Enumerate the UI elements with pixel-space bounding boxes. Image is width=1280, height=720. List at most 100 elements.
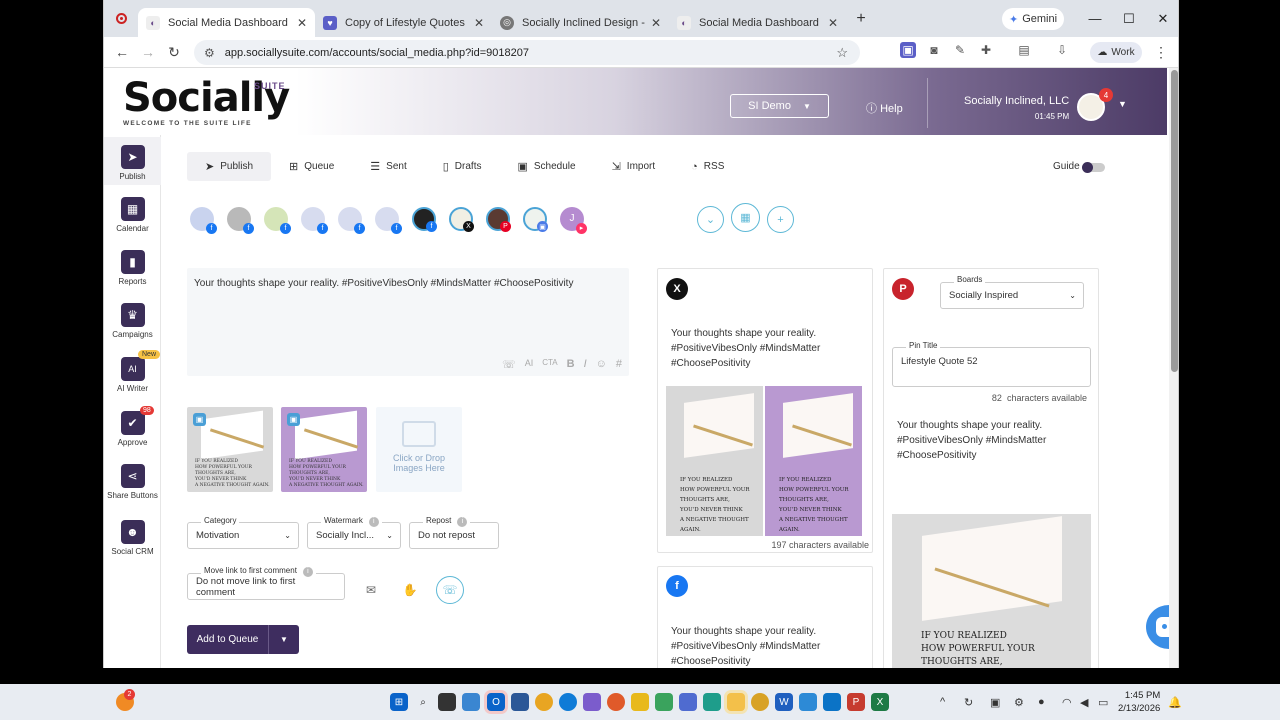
copilot-icon[interactable]	[583, 693, 601, 711]
widgets-icon[interactable]	[462, 693, 480, 711]
add-profile-button[interactable]: +	[767, 206, 794, 233]
browser-tab-1[interactable]: ◐ Social Media Dashboard ✕	[138, 8, 315, 37]
app-tray-icon[interactable]: ▣	[990, 696, 1000, 709]
bookmark-star-icon[interactable]: ☆	[836, 45, 848, 61]
files-icon[interactable]	[631, 693, 649, 711]
tab-queue[interactable]: ⊞ Queue	[271, 152, 352, 181]
tab-sent[interactable]: ☰ Sent	[352, 152, 424, 181]
bold-icon[interactable]: B	[567, 358, 575, 371]
comment-icon[interactable]: ☏	[502, 358, 516, 371]
extension-icon[interactable]: ▣	[900, 42, 916, 58]
emoji-icon[interactable]: ☺	[596, 358, 607, 371]
gemini-button[interactable]: ✦ Gemini	[1002, 8, 1064, 30]
powerpoint-icon[interactable]: P	[847, 693, 865, 711]
forward-icon[interactable]: →	[135, 44, 161, 60]
recording-indicator[interactable]	[104, 13, 138, 24]
info-icon[interactable]: i	[457, 517, 468, 527]
new-tab-icon[interactable]: +	[846, 10, 876, 28]
ai-icon[interactable]: AI	[525, 358, 534, 371]
task-view-icon[interactable]	[438, 693, 456, 711]
eyedropper-icon[interactable]: ✎	[952, 42, 968, 58]
pin-title-input[interactable]: Lifestyle Quote 52	[892, 347, 1091, 387]
app-icon[interactable]	[799, 693, 817, 711]
profile-avatar-x-selected[interactable]: X	[449, 207, 474, 232]
profile-avatar-facebook[interactable]: f	[227, 207, 254, 234]
info-icon[interactable]: i	[368, 517, 379, 527]
chevron-up-icon[interactable]: ^	[940, 696, 945, 708]
tab-publish[interactable]: ➤ Publish	[187, 152, 272, 181]
boards-select[interactable]: Socially Inspired ⌄	[940, 282, 1084, 309]
category-select[interactable]: Motivation ⌄	[187, 522, 299, 549]
hand-icon[interactable]: ✋	[397, 577, 423, 603]
tab-drafts[interactable]: ▯ Drafts	[425, 152, 500, 181]
guide-toggle[interactable]	[1082, 162, 1105, 173]
app-icon[interactable]	[823, 693, 841, 711]
excel-icon[interactable]: X	[871, 693, 889, 711]
email-icon[interactable]: ✉	[358, 577, 384, 603]
sidebar-item-share-buttons[interactable]: ⋖ Share Buttons	[104, 464, 161, 500]
chrome-icon[interactable]	[535, 693, 553, 711]
browser-tab-3[interactable]: ◎ Socially Inclined Design - Mou ✕	[492, 8, 669, 37]
tab-schedule[interactable]: ▣ Schedule	[499, 152, 593, 181]
workspace-select[interactable]: SI Demo ▼	[730, 94, 829, 118]
close-tab-icon[interactable]: ✕	[297, 16, 307, 30]
profile-avatar-facebook[interactable]: f	[375, 207, 402, 234]
edge-icon[interactable]	[559, 693, 577, 711]
tab-import[interactable]: ⇲ Import	[594, 152, 674, 181]
profile-avatar-pinterest-selected[interactable]: P	[486, 207, 511, 232]
sidebar-item-approve[interactable]: ✔ Approve 98	[104, 406, 161, 447]
sidebar-item-publish[interactable]: ➤ Publish	[104, 137, 161, 185]
profile-avatar-facebook[interactable]: f	[301, 207, 328, 234]
notification-bell-icon[interactable]: 🔔	[1168, 696, 1182, 709]
sync-icon[interactable]: ↻	[964, 696, 973, 709]
account-menu-caret-icon[interactable]: ▼	[1118, 99, 1127, 109]
image-drop-zone[interactable]: Click or Drop Images Here	[376, 407, 462, 492]
browser-menu-icon[interactable]: ⋮	[1154, 44, 1168, 61]
site-settings-icon[interactable]: ⚙	[204, 46, 215, 60]
sidebar-item-calendar[interactable]: ▦ Calendar	[104, 197, 161, 233]
omnibox[interactable]: ⚙ app.sociallysuite.com/accounts/social_…	[194, 40, 860, 65]
chrome-icon[interactable]	[751, 693, 769, 711]
minimize-icon[interactable]: —	[1078, 11, 1112, 26]
close-window-icon[interactable]: ✕	[1146, 11, 1178, 27]
hashtag-icon[interactable]: #	[616, 358, 622, 371]
browser-tab-4[interactable]: ◐ Social Media Dashboard ✕	[669, 8, 846, 37]
back-icon[interactable]: ←	[109, 44, 135, 60]
battery-icon[interactable]: ▭	[1098, 696, 1108, 709]
search-icon[interactable]: ⌕	[414, 693, 432, 711]
url-text[interactable]: app.sociallysuite.com/accounts/social_me…	[225, 47, 837, 59]
profile-button[interactable]: ☁ Work	[1090, 42, 1142, 63]
word-icon[interactable]: W	[775, 693, 793, 711]
close-tab-icon[interactable]: ✕	[651, 16, 661, 30]
sidebar-item-reports[interactable]: ▮ Reports	[104, 250, 161, 286]
profile-avatar-facebook-selected[interactable]: f	[412, 207, 437, 232]
add-to-queue-button[interactable]: Add to Queue ▼	[187, 625, 299, 654]
post-composer[interactable]: Your thoughts shape your reality. #Posit…	[187, 268, 629, 376]
chat-icon[interactable]: ☏	[436, 576, 464, 604]
wifi-icon[interactable]: ◠	[1062, 696, 1072, 709]
microphone-icon[interactable]: ●	[1038, 696, 1045, 708]
tab-search-icon[interactable]: ▤	[1016, 42, 1032, 58]
sidebar-item-ai-writer[interactable]: AI AI Writer New	[104, 350, 161, 393]
socially-logo[interactable]: Socially SUITE WELCOME TO THE SUITE LIFE	[123, 78, 290, 127]
settings-tray-icon[interactable]: ⚙	[1014, 696, 1024, 709]
profile-avatar-facebook[interactable]: f	[190, 207, 217, 234]
edit-image-icon[interactable]: ▣	[193, 413, 206, 426]
profile-groups-button[interactable]: ▦	[731, 203, 760, 232]
profile-avatar-gbp-selected[interactable]: ▣	[523, 207, 548, 232]
profile-avatar-facebook[interactable]: f	[338, 207, 365, 234]
volume-icon[interactable]: ◀	[1080, 696, 1088, 709]
app-icon[interactable]	[679, 693, 697, 711]
more-profiles-button[interactable]: ⌄	[697, 206, 724, 233]
reload-icon[interactable]: ↻	[161, 44, 187, 61]
cta-icon[interactable]: CTA	[542, 358, 557, 371]
sidebar-item-campaigns[interactable]: ♛ Campaigns	[104, 303, 161, 339]
notes-icon[interactable]	[727, 693, 745, 711]
tab-rss[interactable]: ◔ RSS	[673, 152, 742, 181]
media-thumbnail-2[interactable]: IF YOU REALIZED HOW POWERFUL YOUR THOUGHTS…	[281, 407, 367, 492]
page-scrollbar[interactable]	[1169, 68, 1178, 668]
italic-icon[interactable]: I	[584, 358, 587, 371]
app-icon[interactable]	[511, 693, 529, 711]
start-icon[interactable]: ⊞	[390, 693, 408, 711]
profile-avatar-facebook[interactable]: f	[264, 207, 291, 234]
